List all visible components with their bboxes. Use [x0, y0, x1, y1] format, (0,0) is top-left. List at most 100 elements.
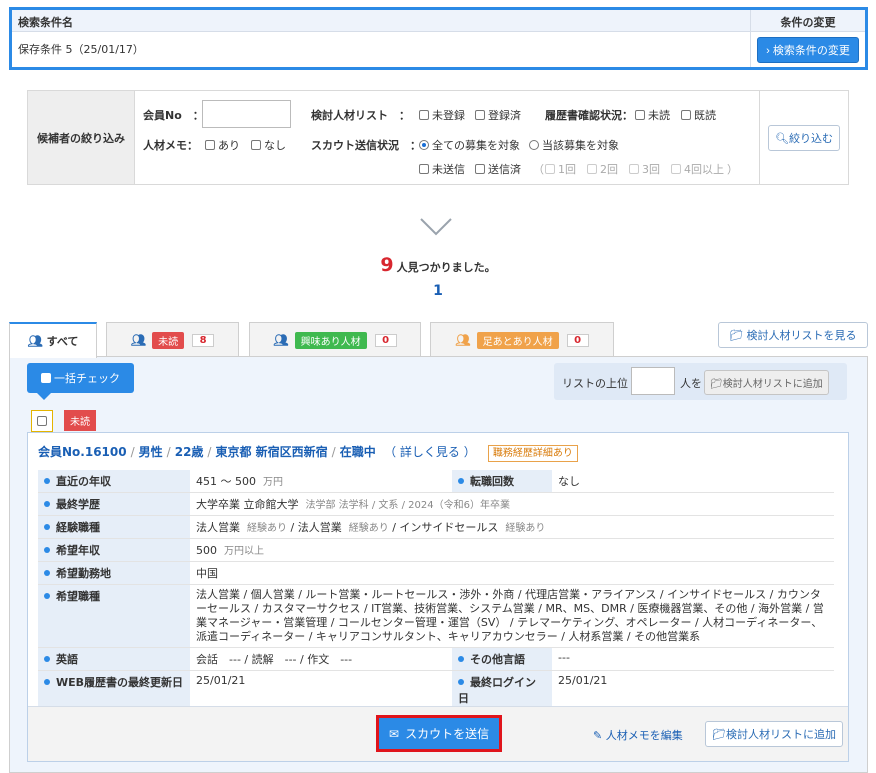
- filter-title: 候補者の絞り込み: [28, 91, 135, 184]
- four-plus-checkbox[interactable]: 4回以上: [671, 161, 724, 177]
- other-lang-value: ---: [552, 647, 834, 671]
- this-job-label: 当該募集を対象: [542, 139, 619, 152]
- not-sent-label: 未送信: [432, 163, 465, 176]
- checkbox-box: [419, 164, 429, 174]
- result-number: 9: [380, 254, 394, 276]
- paren-close: ）: [727, 163, 738, 176]
- result-count: 9 人見つかりました。: [0, 254, 876, 276]
- registered-checkbox[interactable]: 登録済: [475, 107, 521, 123]
- details-link[interactable]: （ 詳しく見る ）: [384, 445, 476, 459]
- candidate-card: 会員No.16100/男性/22歳 / 東京都 新宿区西新宿 / 在職中 （ 詳しく見る…: [27, 432, 849, 762]
- folder-icon: 📁︎: [729, 330, 744, 342]
- tab-unread-badge: 未読: [152, 331, 185, 349]
- change-condition-button[interactable]: › 検索条件の変更: [757, 36, 859, 63]
- info-key: 希望勤務地: [38, 561, 190, 585]
- tab-unread[interactable]: 👥︎ 未読 8: [106, 322, 239, 357]
- toplist-add-label: 検討人材リストに追加: [722, 379, 823, 390]
- read-checkbox[interactable]: 既読: [681, 107, 716, 123]
- exp1-sub: 経験あり: [247, 523, 287, 534]
- info-key: 経験職種: [38, 515, 190, 539]
- once-label: 1回: [558, 163, 576, 176]
- info-key: WEB履歴書の最終更新日: [38, 670, 190, 710]
- saved-condition-name: 保存条件 5（25/01/17）: [18, 43, 144, 56]
- not-sent-checkbox[interactable]: 未送信: [419, 161, 465, 177]
- add-to-review-list-label: 検討人材リストに追加: [725, 729, 836, 741]
- tab-all[interactable]: 👥︎ すべて: [9, 322, 97, 358]
- checkbox-box: [635, 110, 645, 120]
- unregistered-checkbox[interactable]: 未登録: [419, 107, 465, 123]
- member-no-input[interactable]: [202, 100, 291, 128]
- tab-all-label: すべて: [46, 335, 79, 348]
- education-value: 大学卒業 立命館大学: [196, 498, 299, 511]
- location: 東京都 新宿区西新宿: [215, 445, 328, 459]
- memo-no-checkbox[interactable]: なし: [251, 137, 286, 153]
- filter-body: 会員No ： 検討人材リスト ： 未登録 登録済 履歴書確認状況： 未読 既読 …: [135, 91, 759, 184]
- info-key: 希望年収: [38, 538, 190, 562]
- filter-button[interactable]: 🔍︎絞り込む: [768, 124, 840, 151]
- four-plus-label: 4回以上: [684, 163, 724, 176]
- all-jobs-radio[interactable]: 全ての募集を対象: [419, 137, 520, 153]
- view-review-list-button[interactable]: 📁︎ 検討人材リストを見る: [718, 322, 868, 348]
- bulk-check-label: 一括チェック: [54, 372, 120, 385]
- education-sub: 法学部 法学科 / 文系 / 2024（令和6）年卒業: [305, 500, 510, 511]
- job-changes-value: なし: [552, 470, 834, 493]
- desired-income-label: 希望年収: [56, 544, 100, 557]
- chevron-down-icon: [420, 218, 452, 236]
- desired-income-value: 500: [196, 544, 217, 557]
- checkbox-box: [475, 110, 485, 120]
- last-login-label: 最終ログイン日: [458, 676, 536, 705]
- toplist-add-button[interactable]: 📁︎検討人材リストに追加: [704, 370, 829, 395]
- desired-location-label: 希望勤務地: [56, 567, 111, 580]
- toplist-prefix: リストの上位: [562, 377, 628, 390]
- checkbox-box: [545, 164, 555, 174]
- paren-open: （: [533, 163, 544, 176]
- condition-change-header: 条件の変更: [750, 10, 865, 31]
- checkbox-box: [475, 164, 485, 174]
- review-list-label: 検討人材リスト ：: [311, 109, 410, 122]
- all-jobs-label: 全ての募集を対象: [432, 139, 520, 152]
- toplist-count-input[interactable]: [631, 367, 675, 395]
- bulk-check-button[interactable]: 一括チェック: [27, 363, 134, 400]
- page-number[interactable]: 1: [0, 283, 876, 299]
- tab-footprint-badge: 足あとあり人材: [476, 331, 559, 349]
- tab-interested[interactable]: 👥︎ 興味あり人材 0: [249, 322, 421, 357]
- radio-circle: [529, 140, 539, 150]
- mail-icon: ✉: [389, 726, 400, 741]
- memo-yes-checkbox[interactable]: あり: [205, 137, 240, 153]
- history-tag: 職務経歴詳細あり: [487, 445, 578, 462]
- add-to-review-list-button[interactable]: 📁︎検討人材リストに追加: [705, 721, 843, 747]
- users-icon: 👥︎: [273, 333, 289, 347]
- candidate-info-table: 直近の年収 451 ～ 500 万円 転職回数 なし 最終学歴 大学卒業 立命館…: [38, 470, 834, 710]
- checkbox-box: [629, 164, 639, 174]
- resume-updated-label: WEB履歴書の最終更新日: [56, 676, 184, 689]
- income-label: 直近の年収: [56, 475, 111, 488]
- sent-label: 送信済: [488, 163, 521, 176]
- condition-name-header: 検索条件名: [18, 16, 73, 29]
- sent-checkbox[interactable]: 送信済: [475, 161, 521, 177]
- this-job-radio[interactable]: 当該募集を対象: [529, 137, 619, 153]
- twice-checkbox[interactable]: 2回: [587, 161, 618, 177]
- candidate-header: 会員No.16100/男性/22歳 / 東京都 新宿区西新宿 / 在職中 （ 詳しく見る…: [38, 443, 578, 462]
- once-checkbox[interactable]: 1回: [545, 161, 576, 177]
- unregistered-label: 未登録: [432, 109, 465, 122]
- exp3: インサイドセールス: [399, 521, 499, 534]
- send-scout-button[interactable]: ✉ スカウトを送信: [379, 718, 500, 749]
- memo-label: 人材メモ：: [143, 139, 198, 152]
- users-icon: 👥︎: [27, 334, 43, 348]
- checkbox-box: [419, 110, 429, 120]
- info-key: 直近の年収: [38, 470, 190, 493]
- candidate-checkbox[interactable]: [31, 410, 53, 432]
- unread-checkbox[interactable]: 未読: [635, 107, 670, 123]
- exp2-sub: 経験あり: [348, 523, 389, 534]
- education-label: 最終学歴: [56, 498, 100, 511]
- edit-memo-label: 人材メモを編集: [605, 729, 683, 742]
- tab-footprint[interactable]: 👥︎ 足あとあり人材 0: [430, 322, 614, 357]
- edit-memo-link[interactable]: ✎ 人材メモを編集: [593, 727, 683, 743]
- view-review-list-label: 検討人材リストを見る: [746, 330, 857, 342]
- three-checkbox[interactable]: 3回: [629, 161, 660, 177]
- income-value-cell: 451 ～ 500 万円: [190, 470, 452, 493]
- checkbox-box: [681, 110, 691, 120]
- tab-interested-badge: 興味あり人材: [294, 331, 367, 349]
- three-label: 3回: [642, 163, 660, 176]
- education-value-cell: 大学卒業 立命館大学 法学部 法学科 / 文系 / 2024（令和6）年卒業: [190, 492, 834, 516]
